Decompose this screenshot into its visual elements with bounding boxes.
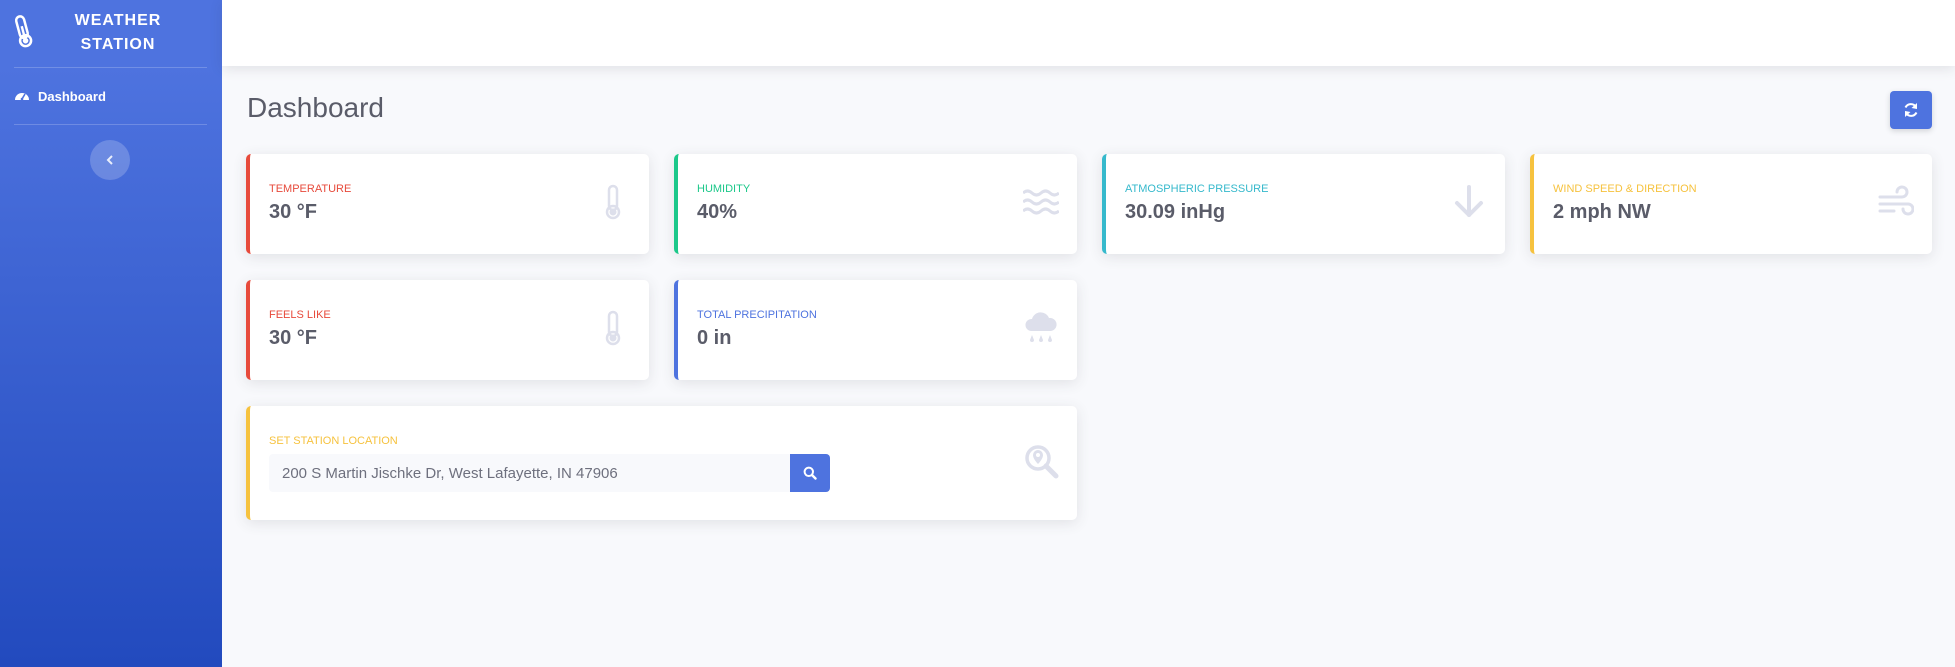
sidebar-divider: [14, 124, 207, 125]
feels-like-card: FEELS LIKE 30 °F: [246, 280, 649, 380]
brand-title: WEATHER STATION: [74, 12, 162, 53]
chevron-left-icon: [106, 155, 113, 165]
search-location-icon: [1025, 445, 1059, 479]
card-label: FEELS LIKE: [269, 309, 331, 321]
card-label: HUMIDITY: [697, 183, 751, 195]
location-search: [269, 454, 830, 492]
card-value: 30 °F: [269, 201, 318, 223]
location-card: SET STATION LOCATION: [246, 406, 1077, 520]
sidebar-toggle-button[interactable]: [90, 140, 130, 180]
humidity-card: HUMIDITY 40%: [674, 154, 1077, 254]
location-search-button[interactable]: [790, 454, 830, 492]
card-label: SET STATION LOCATION: [269, 435, 398, 447]
card-value: 30.09 inHg: [1125, 201, 1226, 223]
cloud-rain-icon: [1025, 312, 1057, 342]
card-label: WIND SPEED & DIRECTION: [1553, 183, 1697, 195]
arrow-down-icon: [1455, 185, 1483, 217]
card-value: 40%: [697, 201, 738, 223]
sidebar-divider: [14, 67, 207, 68]
wind-icon: [1878, 185, 1914, 216]
sidebar: WEATHER STATION Dashboard: [0, 0, 222, 667]
pressure-card: ATMOSPHERIC PRESSURE 30.09 inHg: [1102, 154, 1505, 254]
card-value: 2 mph NW: [1553, 201, 1651, 223]
card-label: ATMOSPHERIC PRESSURE: [1125, 183, 1269, 195]
card-label: TEMPERATURE: [269, 183, 352, 195]
water-icon: [1023, 189, 1059, 215]
card-value: 0 in: [697, 327, 732, 349]
thermometer-icon: [605, 310, 621, 346]
card-value: 30 °F: [269, 327, 318, 349]
sidebar-item-dashboard[interactable]: Dashboard: [14, 86, 106, 106]
thermometer-logo-icon: [14, 15, 33, 48]
refresh-button[interactable]: [1890, 91, 1932, 129]
topbar: [222, 0, 1955, 66]
thermometer-icon: [605, 184, 621, 220]
search-icon: [803, 466, 817, 480]
temperature-card: TEMPERATURE 30 °F: [246, 154, 649, 254]
refresh-icon: [1904, 103, 1918, 117]
wind-card: WIND SPEED & DIRECTION 2 mph NW: [1530, 154, 1932, 254]
card-label: TOTAL PRECIPITATION: [697, 309, 817, 321]
page-title: Dashboard: [247, 92, 384, 123]
precipitation-card: TOTAL PRECIPITATION 0 in: [674, 280, 1077, 380]
sidebar-brand[interactable]: WEATHER STATION: [0, 0, 222, 66]
sidebar-item-label: Dashboard: [38, 88, 106, 104]
tachometer-icon: [15, 93, 29, 101]
location-input[interactable]: [269, 454, 790, 492]
